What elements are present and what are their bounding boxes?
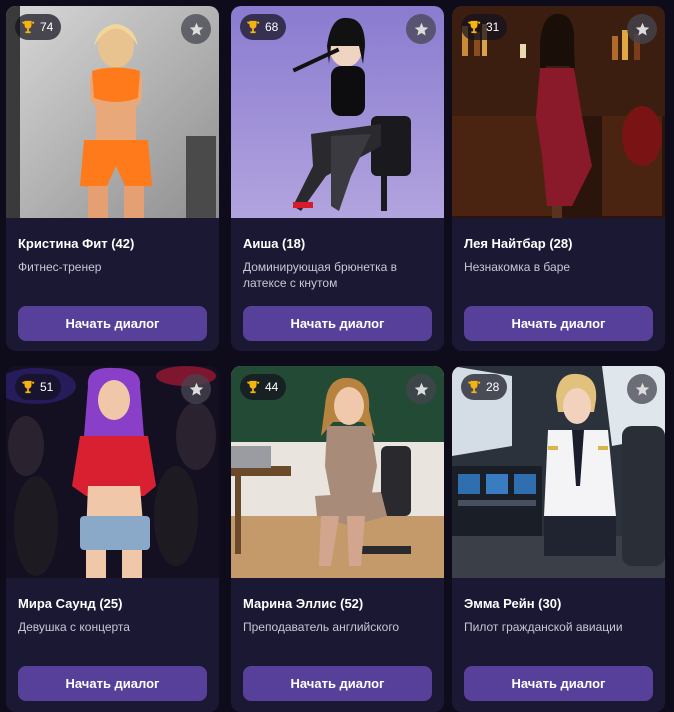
start-dialog-button[interactable]: Начать диалог	[243, 306, 432, 341]
character-name: Эмма Рейн (30)	[464, 596, 562, 611]
star-icon	[635, 382, 649, 395]
start-dialog-button[interactable]: Начать диалог	[18, 306, 207, 341]
character-name: Мира Саунд (25)	[18, 596, 123, 611]
trophy-icon	[467, 20, 481, 34]
start-dialog-button[interactable]: Начать диалог	[18, 666, 207, 701]
character-grid: 74 Кристина Фит (42) Фитнес-тренер Начат…	[0, 0, 674, 712]
character-description: Пилот гражданской авиации	[464, 620, 623, 634]
character-card[interactable]: 31 Лея Найтбар (28) Незнакомка в баре На…	[452, 6, 665, 351]
star-icon	[189, 382, 203, 395]
rating-value: 44	[265, 380, 279, 394]
favorite-button[interactable]	[627, 14, 657, 44]
favorite-button[interactable]	[181, 14, 211, 44]
start-dialog-button[interactable]: Начать диалог	[243, 666, 432, 701]
character-card[interactable]: 74 Кристина Фит (42) Фитнес-тренер Начат…	[6, 6, 219, 351]
favorite-button[interactable]	[406, 14, 436, 44]
star-icon	[414, 382, 428, 395]
rating-badge: 51	[15, 374, 62, 400]
character-card[interactable]: 51 Мира Саунд (25) Девушка с концерта На…	[6, 366, 219, 712]
trophy-icon	[246, 380, 260, 394]
star-icon	[414, 22, 428, 35]
character-name: Аиша (18)	[243, 236, 306, 251]
rating-value: 74	[40, 20, 54, 34]
rating-badge: 44	[240, 374, 287, 400]
favorite-button[interactable]	[181, 374, 211, 404]
trophy-icon	[467, 380, 481, 394]
character-name: Лея Найтбар (28)	[464, 236, 573, 251]
favorite-button[interactable]	[406, 374, 436, 404]
trophy-icon	[21, 20, 35, 34]
character-card[interactable]: 68 Аиша (18) Доминирующая брюнетка в лат…	[231, 6, 444, 351]
rating-badge: 31	[461, 14, 508, 40]
star-icon	[189, 22, 203, 35]
character-description: Девушка с концерта	[18, 620, 130, 634]
rating-badge: 74	[15, 14, 62, 40]
character-card[interactable]: 44 Марина Эллис (52) Преподаватель англи…	[231, 366, 444, 712]
character-description: Доминирующая брюнетка в латексе с кнутом	[243, 260, 397, 290]
rating-value: 31	[486, 20, 500, 34]
rating-value: 68	[265, 20, 279, 34]
character-description: Фитнес-тренер	[18, 260, 102, 274]
start-dialog-button[interactable]: Начать диалог	[464, 306, 653, 341]
rating-value: 51	[40, 380, 54, 394]
character-name: Кристина Фит (42)	[18, 236, 135, 251]
character-description: Незнакомка в баре	[464, 260, 571, 274]
trophy-icon	[246, 20, 260, 34]
character-card[interactable]: 28 Эмма Рейн (30) Пилот гражданской авиа…	[452, 366, 665, 712]
character-description: Преподаватель английского	[243, 620, 400, 634]
rating-badge: 28	[461, 374, 508, 400]
trophy-icon	[21, 380, 35, 394]
rating-value: 28	[486, 380, 500, 394]
star-icon	[635, 22, 649, 35]
start-dialog-button[interactable]: Начать диалог	[464, 666, 653, 701]
favorite-button[interactable]	[627, 374, 657, 404]
rating-badge: 68	[240, 14, 287, 40]
character-name: Марина Эллис (52)	[243, 596, 364, 611]
